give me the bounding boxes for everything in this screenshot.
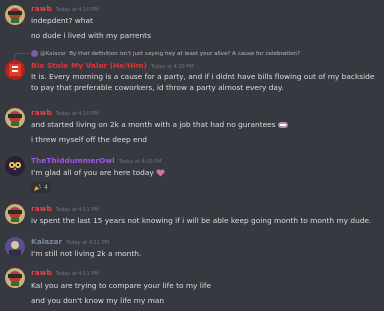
- reply-avatar: [31, 50, 38, 57]
- message-timestamp: Today at 4:10 PM: [150, 64, 194, 70]
- reply-preview[interactable]: @Kalazar By that definition isn't just sa…: [14, 50, 300, 61]
- message-timestamp: Today at 4:11 PM: [55, 207, 99, 213]
- message-group: rawb Today at 4:11 PM iv spent the last 1…: [0, 204, 384, 234]
- bio-avatar-icon: [5, 60, 25, 80]
- rawb-avatar-icon: [5, 204, 25, 224]
- owl-avatar-icon: [5, 156, 25, 176]
- message-text: I'm still not living 2k a month.: [31, 249, 142, 258]
- user-avatar[interactable]: [5, 204, 25, 224]
- message-timestamp: Today at 4:11 PM: [55, 271, 99, 277]
- user-avatar[interactable]: [5, 108, 25, 128]
- heart-emoji-icon: [156, 169, 165, 177]
- message-timestamp: Today at 4:10 PM: [55, 111, 99, 117]
- message-text: iv spent the last 15 years not knowing i…: [31, 216, 372, 225]
- message-timestamp: Today at 4:11 PM: [66, 240, 109, 246]
- message-text: i threw myself off the deep end: [31, 135, 147, 144]
- user-avatar[interactable]: [5, 237, 25, 257]
- message-group: rawb Today at 4:10 PM and started living …: [0, 108, 384, 154]
- message-timestamp: Today at 4:10 PM: [55, 7, 99, 13]
- reply-text: By that definition isn't just saying hey…: [69, 51, 300, 57]
- message-text: and you don't know my life my man: [31, 296, 165, 305]
- message-text: It is. Every morning is a cause for a pa…: [31, 72, 375, 92]
- message-author[interactable]: rawb Today at 4:11 PM: [31, 204, 99, 213]
- message-author[interactable]: TheThiddummerOwl Today at 4:10 PM: [31, 156, 162, 165]
- message-text: indepdent? what: [31, 16, 93, 25]
- grimace-emoji-icon: [277, 122, 288, 128]
- message-author[interactable]: Kalazar Today at 4:11 PM: [31, 237, 109, 246]
- message-author[interactable]: Bio Stole My Valor (He/Him) Today at 4:10…: [31, 61, 194, 70]
- user-avatar[interactable]: [5, 5, 25, 25]
- message-text: I'm glad all of you are here today: [31, 168, 165, 177]
- reply-author[interactable]: @Kalazar: [40, 51, 66, 57]
- message-group: TheThiddummerOwl Today at 4:10 PM I'm gla…: [0, 154, 384, 202]
- message-text: and started living on 2k a month with a …: [31, 120, 288, 129]
- rawb-avatar-icon: [5, 108, 25, 128]
- reaction-button[interactable]: 4: [31, 182, 51, 193]
- rawb-avatar-icon: [5, 5, 25, 25]
- message-timestamp: Today at 4:10 PM: [118, 159, 162, 165]
- message-group: @Kalazar By that definition isn't just sa…: [0, 47, 384, 102]
- user-avatar[interactable]: [5, 268, 25, 288]
- kalazar-avatar-icon: [5, 237, 25, 257]
- user-avatar[interactable]: [5, 156, 25, 176]
- message-author[interactable]: rawb Today at 4:10 PM: [31, 4, 99, 13]
- message-text: no dude i lived with my parrents: [31, 31, 151, 40]
- message-group: rawb Today at 4:11 PM Kal you are trying …: [0, 268, 384, 311]
- message-text: Kal you are trying to compare your life …: [31, 281, 212, 290]
- message-author[interactable]: rawb Today at 4:10 PM: [31, 108, 99, 117]
- reaction-count: 4: [44, 184, 48, 191]
- rawb-avatar-icon: [5, 268, 25, 288]
- message-group: rawb Today at 4:10 PM indepdent? what no …: [0, 0, 384, 44]
- message-group: Kalazar Today at 4:11 PM I'm still not li…: [0, 237, 384, 265]
- user-avatar[interactable]: [5, 60, 25, 80]
- party-popper-icon: [34, 184, 42, 191]
- message-author[interactable]: rawb Today at 4:11 PM: [31, 268, 99, 277]
